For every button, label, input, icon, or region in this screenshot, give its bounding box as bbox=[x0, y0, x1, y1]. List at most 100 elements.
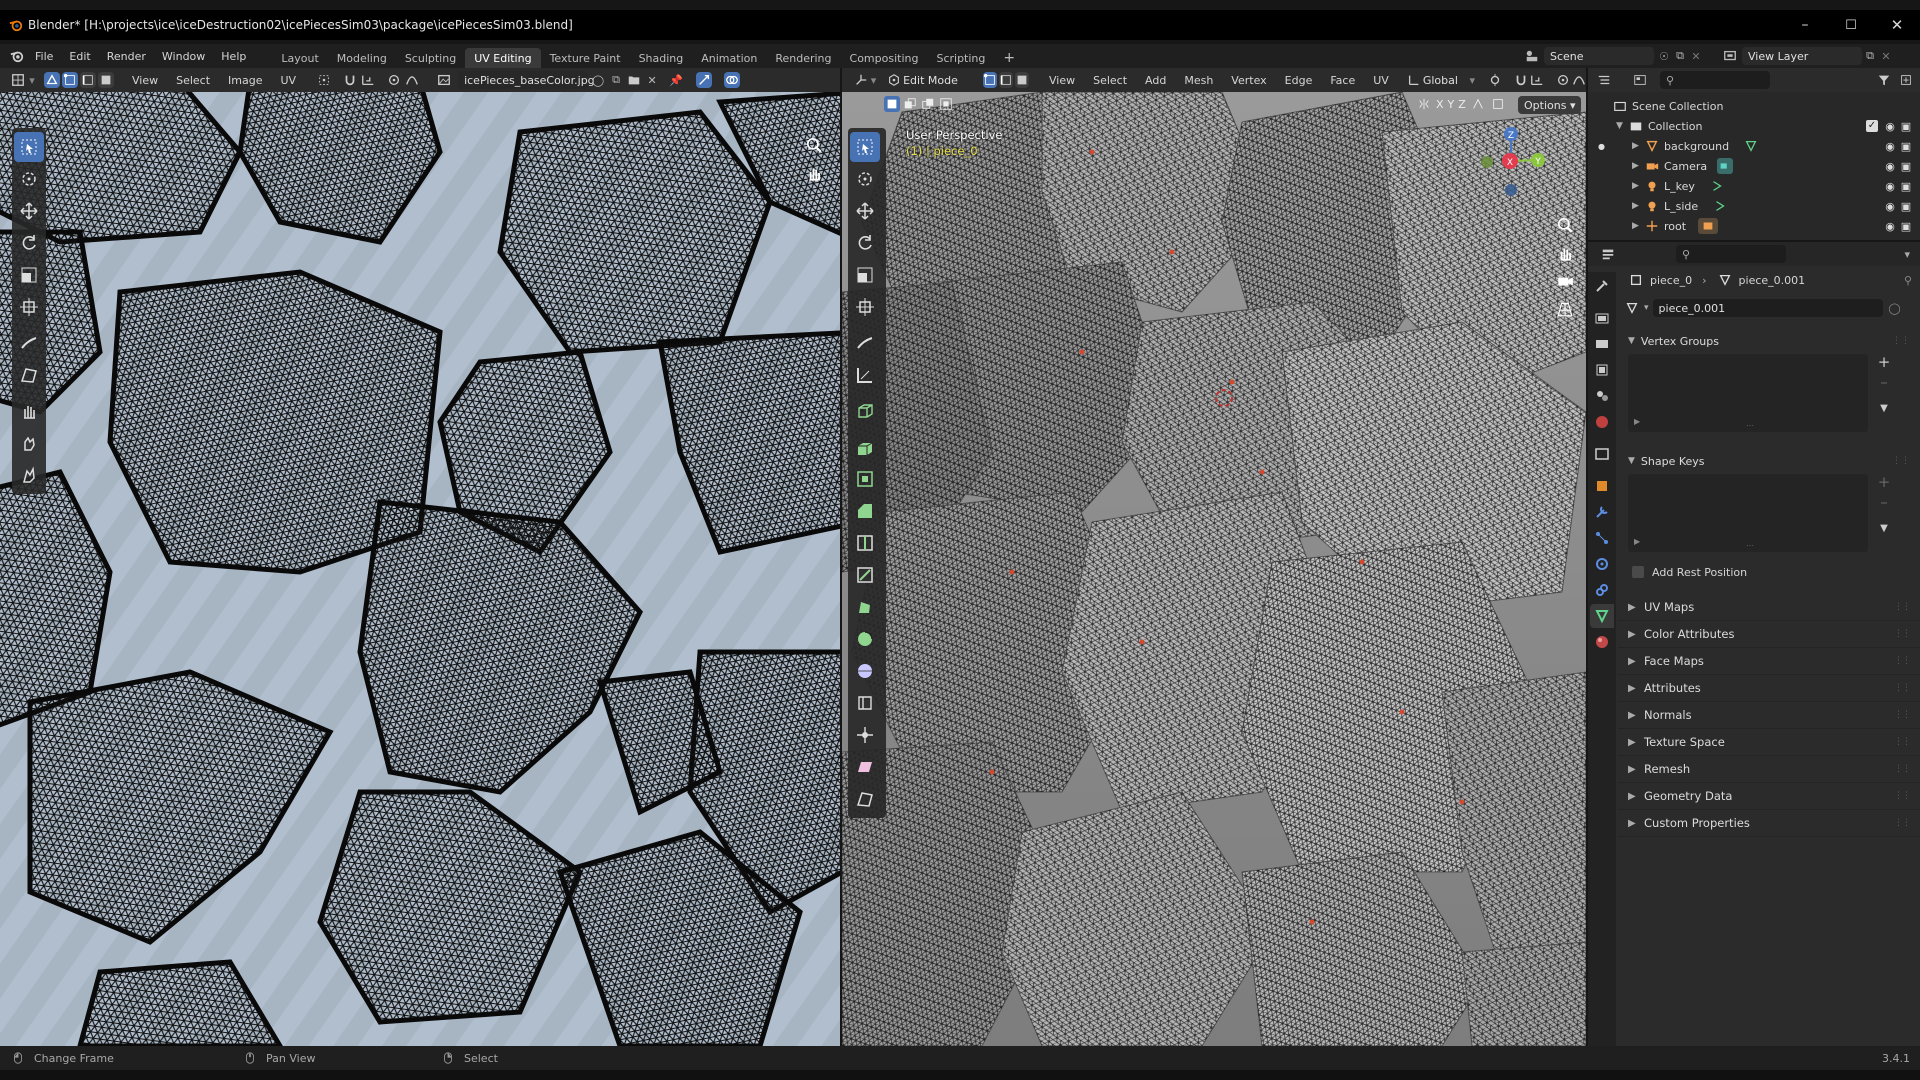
snap-increment-icon[interactable] bbox=[360, 72, 376, 88]
selected-vertex[interactable] bbox=[1459, 799, 1465, 805]
vp-tool-scale[interactable] bbox=[850, 260, 880, 290]
uv-tool-transform[interactable] bbox=[14, 292, 44, 322]
properties-search[interactable]: ⚲ bbox=[1676, 245, 1786, 263]
uv-gizmo-icon[interactable] bbox=[696, 72, 713, 88]
vertex-select-icon[interactable] bbox=[62, 72, 78, 88]
render-camera-icon[interactable]: ▣ bbox=[1898, 158, 1914, 174]
render-camera-icon[interactable]: ▣ bbox=[1898, 198, 1914, 214]
tab-animation[interactable]: Animation bbox=[692, 48, 766, 68]
tab-object[interactable] bbox=[1590, 474, 1614, 498]
uv-mesh-display[interactable] bbox=[0, 92, 840, 1046]
mirror-x[interactable]: X bbox=[1436, 98, 1444, 111]
section-texture-space[interactable]: ▶ Texture Space ⋮⋮ bbox=[1618, 729, 1920, 756]
drag-handle-icon[interactable]: ⋮⋮ bbox=[1894, 737, 1911, 747]
image-name-field[interactable]: icePieces_baseColor.jpg bbox=[458, 71, 595, 89]
render-camera-icon[interactable]: ▣ bbox=[1898, 178, 1914, 194]
add-shape-key-button[interactable]: + bbox=[1876, 473, 1892, 491]
vp-tool-edge-slide[interactable] bbox=[850, 688, 880, 718]
selected-vertex[interactable] bbox=[1139, 639, 1145, 645]
selected-vertex[interactable] bbox=[1399, 709, 1405, 715]
selected-vertex[interactable] bbox=[1229, 379, 1235, 385]
vp-tool-rip[interactable] bbox=[850, 784, 880, 814]
display-mode-icon[interactable] bbox=[1632, 72, 1648, 88]
section-geometry-data[interactable]: ▶ Geometry Data ⋮⋮ bbox=[1618, 783, 1920, 810]
menu-edit[interactable]: Edit bbox=[61, 46, 98, 66]
vp-perspective-toggle-icon[interactable] bbox=[1554, 298, 1576, 320]
pin-image-icon[interactable]: 📌 bbox=[668, 72, 684, 88]
auto-merge-icon[interactable] bbox=[1490, 96, 1506, 112]
outliner-editor-icon[interactable] bbox=[1596, 72, 1612, 88]
vp-tool-rotate[interactable] bbox=[850, 228, 880, 258]
vp-pan-icon[interactable] bbox=[1554, 242, 1576, 264]
vp-face-select-icon[interactable] bbox=[1014, 72, 1029, 88]
tab-layout[interactable]: Layout bbox=[272, 48, 327, 68]
section-custom-properties[interactable]: ▶ Custom Properties ⋮⋮ bbox=[1618, 810, 1920, 837]
vp-menu-select[interactable]: Select bbox=[1085, 70, 1135, 90]
tab-scripting[interactable]: Scripting bbox=[927, 48, 994, 68]
uv-menu-uv[interactable]: UV bbox=[273, 70, 305, 90]
section-uv-maps[interactable]: ▶ UV Maps ⋮⋮ bbox=[1618, 594, 1920, 621]
vp-menu-edge[interactable]: Edge bbox=[1277, 70, 1321, 90]
outliner-item-l-side[interactable]: ▶ L_side ◉ ▣ bbox=[1588, 196, 1920, 216]
unlink-image-icon[interactable]: ✕ bbox=[644, 72, 660, 88]
tab-constraints[interactable] bbox=[1590, 578, 1614, 602]
section-remesh[interactable]: ▶ Remesh ⋮⋮ bbox=[1618, 756, 1920, 783]
section-attributes[interactable]: ▶ Attributes ⋮⋮ bbox=[1618, 675, 1920, 702]
menu-file[interactable]: File bbox=[27, 46, 61, 66]
view-layer-field[interactable]: View Layer bbox=[1742, 47, 1862, 65]
new-view-layer-icon[interactable]: ⧉ bbox=[1862, 48, 1878, 64]
tab-world[interactable] bbox=[1590, 410, 1614, 434]
visibility-eye-icon[interactable]: ◉ bbox=[1882, 138, 1898, 154]
new-scene-icon[interactable]: ⧉ bbox=[1672, 48, 1688, 64]
mirror-y[interactable]: Y bbox=[1448, 98, 1455, 111]
duplicate-image-icon[interactable]: ⧉ bbox=[608, 72, 624, 88]
selected-vertex[interactable] bbox=[1309, 919, 1315, 925]
expand-arrow-icon[interactable]: ▶ bbox=[1632, 181, 1644, 191]
uv-menu-select[interactable]: Select bbox=[168, 70, 218, 90]
tab-particles[interactable] bbox=[1590, 526, 1614, 550]
vp-menu-uv[interactable]: UV bbox=[1365, 70, 1397, 90]
gizmo-neg-z[interactable] bbox=[1505, 184, 1517, 196]
shape-keys-header[interactable]: ▼ Shape Keys ⋮⋮ bbox=[1618, 448, 1920, 474]
visibility-eye-icon[interactable]: ◉ bbox=[1882, 198, 1898, 214]
visibility-eye-icon[interactable]: ◉ bbox=[1882, 158, 1898, 174]
mesh-symmetry-icon[interactable] bbox=[1470, 96, 1486, 112]
vp-falloff-icon[interactable] bbox=[1572, 72, 1586, 88]
selected-vertex[interactable] bbox=[1359, 559, 1365, 565]
mode-selector[interactable]: Edit Mode bbox=[903, 74, 977, 87]
pivot-icon[interactable] bbox=[316, 72, 332, 88]
drag-handle-icon[interactable]: ⋮⋮ bbox=[1894, 602, 1911, 612]
vp-camera-view-icon[interactable] bbox=[1554, 270, 1576, 292]
vp-menu-face[interactable]: Face bbox=[1322, 70, 1363, 90]
vp-tool-transform[interactable] bbox=[850, 292, 880, 322]
uv-zoom-icon[interactable] bbox=[803, 134, 825, 156]
remove-shape-key-button[interactable]: – bbox=[1876, 493, 1892, 511]
uv-tool-relax[interactable] bbox=[14, 428, 44, 458]
vp-tool-smooth[interactable] bbox=[850, 656, 880, 686]
pin-scene-icon[interactable]: ☉ bbox=[1656, 48, 1672, 64]
shape-keys-list[interactable]: ▶ ⋯ bbox=[1628, 474, 1868, 552]
uv-menu-image[interactable]: Image bbox=[220, 70, 270, 90]
editor-type-uv-icon[interactable] bbox=[10, 72, 26, 88]
uv-editor-canvas[interactable] bbox=[0, 92, 840, 1046]
vp-tool-spin[interactable] bbox=[850, 624, 880, 654]
uv-tool-scale[interactable] bbox=[14, 260, 44, 290]
vp-proportional-icon[interactable] bbox=[1556, 72, 1570, 88]
blender-menu-icon[interactable] bbox=[9, 48, 25, 64]
vp-menu-add[interactable]: Add bbox=[1137, 70, 1174, 90]
vp-select-extend-icon[interactable] bbox=[902, 96, 918, 112]
outliner-search[interactable]: ⚲ bbox=[1660, 71, 1770, 89]
vp-snap-icon[interactable] bbox=[1514, 72, 1528, 88]
selected-vertex[interactable] bbox=[1169, 249, 1175, 255]
tab-shading[interactable]: Shading bbox=[630, 48, 693, 68]
image-browse-icon[interactable] bbox=[436, 72, 452, 88]
drag-handle-icon[interactable]: ⋮⋮ bbox=[1894, 683, 1911, 693]
uv-tool-cursor[interactable] bbox=[14, 164, 44, 194]
vp-tool-measure[interactable] bbox=[850, 360, 880, 390]
tab-data[interactable] bbox=[1590, 604, 1614, 628]
vp-zoom-icon[interactable] bbox=[1554, 214, 1576, 236]
vp-edge-select-icon[interactable] bbox=[998, 72, 1013, 88]
drag-handle-icon[interactable]: ⋮⋮ bbox=[1892, 336, 1910, 346]
proportional-edit-icon[interactable] bbox=[386, 72, 402, 88]
uv-tool-pinch[interactable] bbox=[14, 460, 44, 490]
